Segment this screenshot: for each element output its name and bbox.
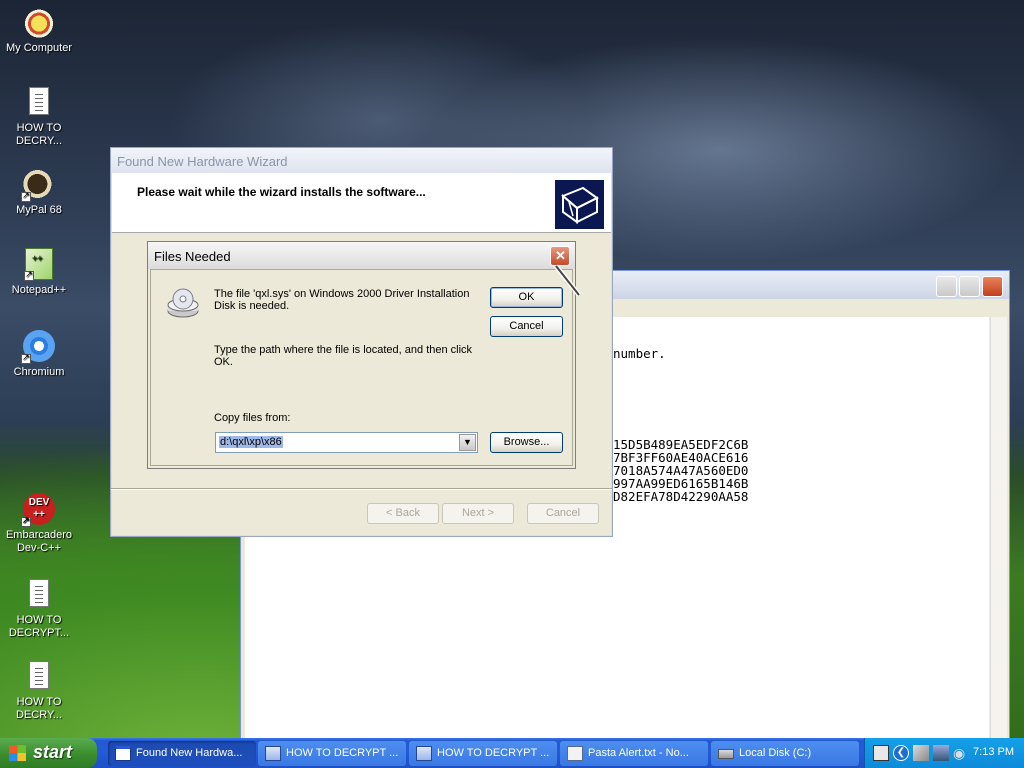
- file-needed-message: The file 'qxl.sys' on Windows 2000 Drive…: [214, 288, 470, 312]
- start-label: start: [33, 742, 73, 762]
- minimize-button[interactable]: [936, 276, 957, 297]
- word-icon: [416, 746, 432, 761]
- path-value: d:\qxl\xp\x86: [219, 436, 283, 448]
- desktop-icon-my-computer[interactable]: My Computer: [0, 6, 78, 55]
- taskbar-item-label: Local Disk (C:): [739, 747, 812, 759]
- wizard-header-text: Please wait while the wizard installs th…: [137, 185, 426, 199]
- close-button[interactable]: [982, 276, 1003, 297]
- copy-files-from-combobox[interactable]: d:\qxl\xp\x86 ▼: [215, 432, 478, 453]
- cancel-button[interactable]: Cancel: [490, 316, 563, 337]
- text-line: D82EFA78D42290AA58: [613, 489, 749, 504]
- word-icon: [265, 746, 281, 761]
- taskbar-item-pasta-alert[interactable]: Pasta Alert.txt - No...: [560, 741, 708, 766]
- disk-drive-icon: [166, 287, 200, 321]
- desktop-icon-label: My Computer: [5, 42, 73, 54]
- taskbar-item-label: Found New Hardwa...: [136, 747, 243, 759]
- taskbar-item-how-to-decrypt-1[interactable]: HOW TO DECRYPT ...: [258, 741, 406, 766]
- shortcut-arrow-icon: [21, 351, 31, 364]
- desktop-icon-how-to-decrypt-1[interactable]: HOW TO DECRY...: [0, 86, 78, 148]
- desktop-icon-how-to-decrypt-3[interactable]: HOW TO DECRY...: [0, 660, 78, 722]
- start-button[interactable]: start: [0, 738, 97, 768]
- mypal-icon: [21, 168, 55, 202]
- my-computer-icon: [23, 6, 55, 38]
- document-icon: [26, 660, 52, 692]
- back-button[interactable]: < Back: [367, 503, 439, 524]
- desktop-icon-label: HOW TO DECRY...: [15, 696, 63, 721]
- window-icon: [115, 746, 131, 761]
- vertical-scrollbar[interactable]: [990, 317, 1007, 739]
- volume-icon[interactable]: ◉: [953, 745, 969, 761]
- chevron-down-icon[interactable]: ▼: [459, 434, 476, 451]
- wizard-separator: [111, 488, 612, 490]
- desktop-icon-mypal[interactable]: MyPal 68: [0, 168, 78, 217]
- keyboard-icon[interactable]: [873, 745, 889, 761]
- maximize-button[interactable]: [959, 276, 980, 297]
- desktop-icon-label: MyPal 68: [16, 204, 62, 216]
- files-needed-dialog: Files Needed The file 'qxl.sys' on Windo…: [147, 241, 576, 469]
- taskbar-item-local-disk[interactable]: Local Disk (C:): [711, 741, 859, 766]
- chromium-icon: [21, 330, 55, 364]
- taskbar-item-label: HOW TO DECRYPT ...: [286, 747, 399, 759]
- system-tray: ❮ ◉ 7:13 PM: [864, 738, 1024, 768]
- desktop-icon-label: HOW TO DECRYPT...: [8, 614, 70, 639]
- desktop-icon-label: Notepad++: [11, 284, 67, 296]
- document-icon: [26, 578, 52, 610]
- path-instruction: Type the path where the file is located,…: [214, 344, 473, 368]
- desktop-icon-label: Chromium: [13, 366, 65, 378]
- taskbar-item-label: HOW TO DECRYPT ...: [437, 747, 550, 759]
- safely-remove-hardware-icon[interactable]: [913, 745, 929, 761]
- taskbar-item-label: Pasta Alert.txt - No...: [588, 747, 689, 759]
- copy-files-label: Copy files from:: [214, 412, 291, 424]
- desktop-icon-label: HOW TO DECRY...: [15, 122, 63, 147]
- shortcut-arrow-icon: [21, 189, 31, 202]
- dialog-body: The file 'qxl.sys' on Windows 2000 Drive…: [150, 269, 573, 466]
- text-line: number.: [613, 346, 666, 361]
- wizard-title: Found New Hardware Wizard: [111, 148, 612, 173]
- network-icon[interactable]: [933, 745, 949, 761]
- document-icon: [26, 86, 52, 118]
- next-button[interactable]: Next >: [442, 503, 514, 524]
- taskbar-item-hardware-wizard[interactable]: Found New Hardwa...: [108, 741, 256, 766]
- desktop-icon-notepadpp[interactable]: Notepad++: [0, 248, 78, 297]
- browse-button[interactable]: Browse...: [490, 432, 563, 453]
- taskbar-item-how-to-decrypt-2[interactable]: HOW TO DECRYPT ...: [409, 741, 557, 766]
- chevron-left-icon[interactable]: ❮: [893, 745, 909, 761]
- notepadpp-icon: [24, 248, 53, 281]
- shortcut-arrow-icon: [24, 268, 34, 281]
- desktop-icon-devcpp[interactable]: DEV++ Embarcadero Dev-C++: [0, 493, 78, 555]
- shortcut-arrow-icon: [21, 514, 31, 527]
- taskbar: start Found New Hardwa... HOW TO DECRYPT…: [0, 738, 1024, 768]
- notepad-icon: [567, 746, 583, 761]
- desktop-icon-label: Embarcadero Dev-C++: [5, 529, 73, 554]
- clock[interactable]: 7:13 PM: [973, 746, 1014, 758]
- devcpp-icon: DEV ++: [21, 493, 55, 527]
- hardware-wizard-icon: [555, 180, 604, 229]
- desktop-icon-how-to-decrypt-2[interactable]: HOW TO DECRYPT...: [0, 578, 78, 640]
- mouse-cursor-icon: [554, 264, 581, 297]
- wizard-header: Please wait while the wizard installs th…: [112, 173, 611, 233]
- desktop-icon-chromium[interactable]: Chromium: [0, 330, 78, 379]
- windows-logo-icon: [9, 745, 26, 761]
- dialog-title: Files Needed: [148, 242, 575, 269]
- wizard-cancel-button[interactable]: Cancel: [527, 503, 599, 524]
- disk-icon: [718, 749, 734, 759]
